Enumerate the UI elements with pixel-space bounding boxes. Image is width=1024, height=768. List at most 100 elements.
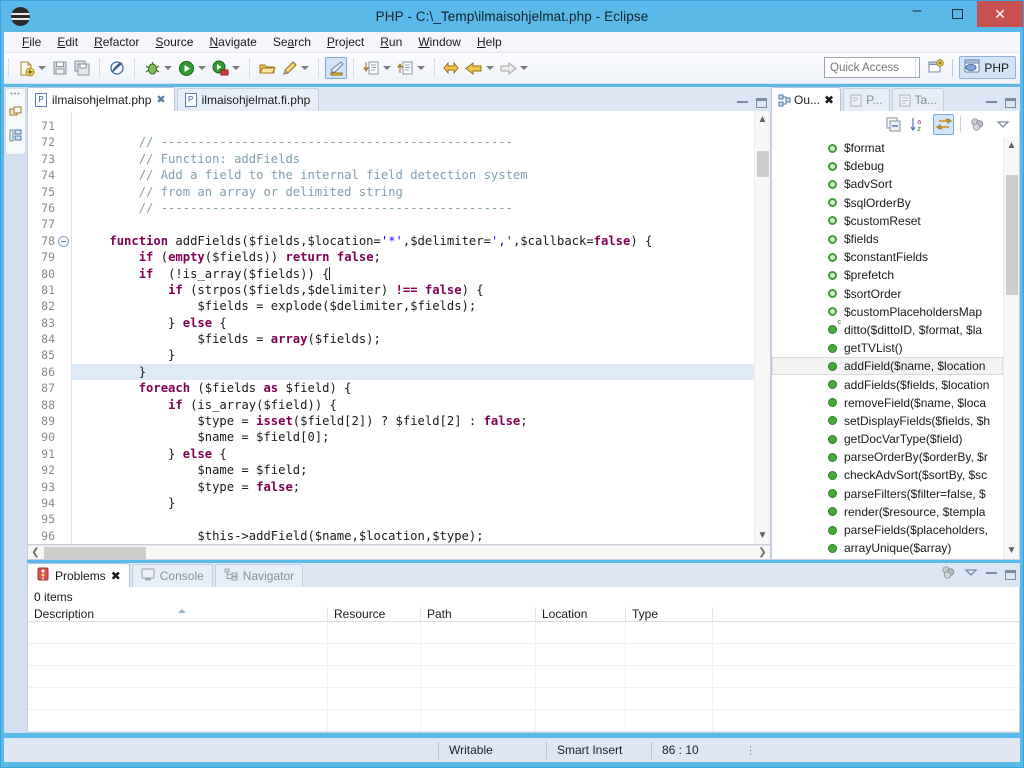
column-header-type[interactable]: Type xyxy=(626,607,713,621)
code-line[interactable]: function addFields($fields,$location='*'… xyxy=(72,233,754,249)
code-line[interactable]: $name = $field[0]; xyxy=(72,429,754,445)
minimize-button[interactable]: – xyxy=(897,1,937,27)
table-row[interactable] xyxy=(28,710,1019,732)
scroll-down-icon[interactable]: ▼ xyxy=(1007,542,1017,559)
code-line[interactable]: } xyxy=(72,363,754,381)
view-menu-group-icon[interactable] xyxy=(967,114,988,135)
code-line[interactable]: } xyxy=(72,347,754,363)
minimize-editor-icon[interactable] xyxy=(737,100,748,103)
table-row[interactable] xyxy=(28,644,1019,666)
maximize-editor-icon[interactable] xyxy=(756,98,767,108)
outline-item[interactable]: parseFilters($filter=false, $ xyxy=(772,485,1003,503)
table-row[interactable] xyxy=(28,666,1019,688)
close-button[interactable]: ✕ xyxy=(977,1,1023,27)
toggle-mark-occurrences-button[interactable] xyxy=(106,57,128,79)
outline-item[interactable]: parseOrderBy($orderBy, $r xyxy=(772,448,1003,466)
run-external-tools-button[interactable] xyxy=(209,57,231,79)
back-button[interactable] xyxy=(463,57,485,79)
view-menu-group-icon[interactable] xyxy=(941,565,956,582)
tab-console[interactable]: Console xyxy=(131,564,213,587)
view-menu-icon[interactable] xyxy=(964,565,978,582)
forward-dropdown-arrow[interactable] xyxy=(520,66,528,70)
previous-annotation-dropdown-arrow[interactable] xyxy=(417,66,425,70)
close-icon[interactable]: ✖ xyxy=(824,93,834,107)
editor-tab-ilmaisohjelmat-php[interactable]: P ilmaisohjelmat.php ✖ xyxy=(27,87,175,111)
open-type-button[interactable] xyxy=(256,57,278,79)
code-line[interactable]: if (empty($fields)) return false; xyxy=(72,249,754,265)
outline-item[interactable]: setDisplayFields($fields, $h xyxy=(772,412,1003,430)
view-menu-icon[interactable] xyxy=(992,114,1013,135)
code-line[interactable] xyxy=(72,216,754,232)
outline-item[interactable]: $advSort xyxy=(772,175,1003,193)
table-row[interactable] xyxy=(28,688,1019,710)
code-line[interactable]: $this->addField($name,$location,$type); xyxy=(72,528,754,544)
tab-navigator[interactable]: Navigator xyxy=(214,564,304,587)
editor-vscroll-thumb[interactable] xyxy=(757,151,769,177)
menu-project[interactable]: Project xyxy=(319,33,372,51)
code-line[interactable]: } else { xyxy=(72,446,754,462)
tab-outline[interactable]: Ou... ✖ xyxy=(771,87,842,111)
code-line[interactable]: $type = false; xyxy=(72,479,754,495)
next-annotation-dropdown-arrow[interactable] xyxy=(383,66,391,70)
edit-dropdown-arrow[interactable] xyxy=(301,66,309,70)
outline-item[interactable]: $sqlOrderBy xyxy=(772,194,1003,212)
run-button[interactable] xyxy=(175,57,197,79)
restore-perspective-icon[interactable] xyxy=(9,105,22,121)
outline-item[interactable]: arrayUnique($array) xyxy=(772,539,1003,557)
code-line[interactable]: $type = isset($field[2]) ? $field[2] : f… xyxy=(72,413,754,429)
status-resize-handle[interactable]: ⋮ xyxy=(731,744,757,757)
menu-search[interactable]: Search xyxy=(265,33,319,51)
menu-file[interactable]: File xyxy=(14,33,49,51)
editor-hscroll-thumb[interactable] xyxy=(44,547,146,559)
debug-dropdown-arrow[interactable] xyxy=(164,66,172,70)
outline-item[interactable]: $sortOrder xyxy=(772,285,1003,303)
outline-item[interactable]: c ditto($dittoID, $format, $la xyxy=(772,319,1003,339)
code-line[interactable]: $name = $field; xyxy=(72,462,754,478)
outline-item[interactable]: parseFields($placeholders, xyxy=(772,521,1003,539)
code-line[interactable]: if (strpos($fields,$delimiter) !== false… xyxy=(72,282,754,298)
menu-window[interactable]: Window xyxy=(410,33,469,51)
code-line[interactable]: if (is_array($field)) { xyxy=(72,397,754,413)
php-explorer-icon[interactable] xyxy=(9,129,22,145)
outline-item[interactable]: checkAdvSort($sortBy, $sc xyxy=(772,466,1003,484)
menu-source[interactable]: Source xyxy=(147,33,201,51)
last-edit-location-button[interactable] xyxy=(441,57,463,79)
drag-handle[interactable]: ••• xyxy=(10,91,20,98)
table-row[interactable] xyxy=(28,622,1019,644)
code-line[interactable]: // Function: addFields xyxy=(72,151,754,167)
menu-help[interactable]: Help xyxy=(469,33,510,51)
save-all-button[interactable] xyxy=(71,57,93,79)
close-icon[interactable]: ✖ xyxy=(156,93,165,106)
editor-horizontal-scrollbar[interactable]: ❮ ❯ xyxy=(27,545,771,560)
code-line[interactable]: // from an array or delimited string xyxy=(72,184,754,200)
outline-item[interactable]: getTVList() xyxy=(772,339,1003,357)
previous-annotation-button[interactable] xyxy=(394,57,416,79)
code-line[interactable] xyxy=(72,118,754,134)
external-tools-dropdown-arrow[interactable] xyxy=(232,66,240,70)
column-header-location[interactable]: Location xyxy=(536,607,626,621)
menu-run[interactable]: Run xyxy=(372,33,410,51)
outline-vscroll-thumb[interactable] xyxy=(1006,175,1018,295)
editor-vertical-scrollbar[interactable]: ▲ ▼ xyxy=(754,111,770,544)
sort-alphabetically-icon[interactable]: az xyxy=(908,114,929,135)
collapse-all-icon[interactable] xyxy=(883,114,904,135)
hide-fields-icon[interactable] xyxy=(933,113,954,135)
scroll-down-icon[interactable]: ▼ xyxy=(758,527,768,544)
forward-button[interactable] xyxy=(497,57,519,79)
outline-item[interactable]: $fields xyxy=(772,230,1003,248)
code-line[interactable]: } xyxy=(72,495,754,511)
code-area[interactable]: // -------------------------------------… xyxy=(72,111,754,544)
highlight-button[interactable] xyxy=(325,57,347,79)
code-line[interactable]: // -------------------------------------… xyxy=(72,134,754,150)
next-annotation-button[interactable] xyxy=(360,57,382,79)
minimize-outline-icon[interactable] xyxy=(986,100,997,103)
open-perspective-button[interactable] xyxy=(924,57,946,79)
edit-button[interactable] xyxy=(278,57,300,79)
scroll-left-icon[interactable]: ❮ xyxy=(28,547,43,558)
code-line[interactable] xyxy=(72,511,754,527)
code-line[interactable]: } else { xyxy=(72,315,754,331)
column-header-path[interactable]: Path xyxy=(421,607,536,621)
fold-collapse-icon[interactable] xyxy=(58,235,69,247)
code-line[interactable]: // Add a field to the internal field det… xyxy=(72,167,754,183)
run-dropdown-arrow[interactable] xyxy=(198,66,206,70)
